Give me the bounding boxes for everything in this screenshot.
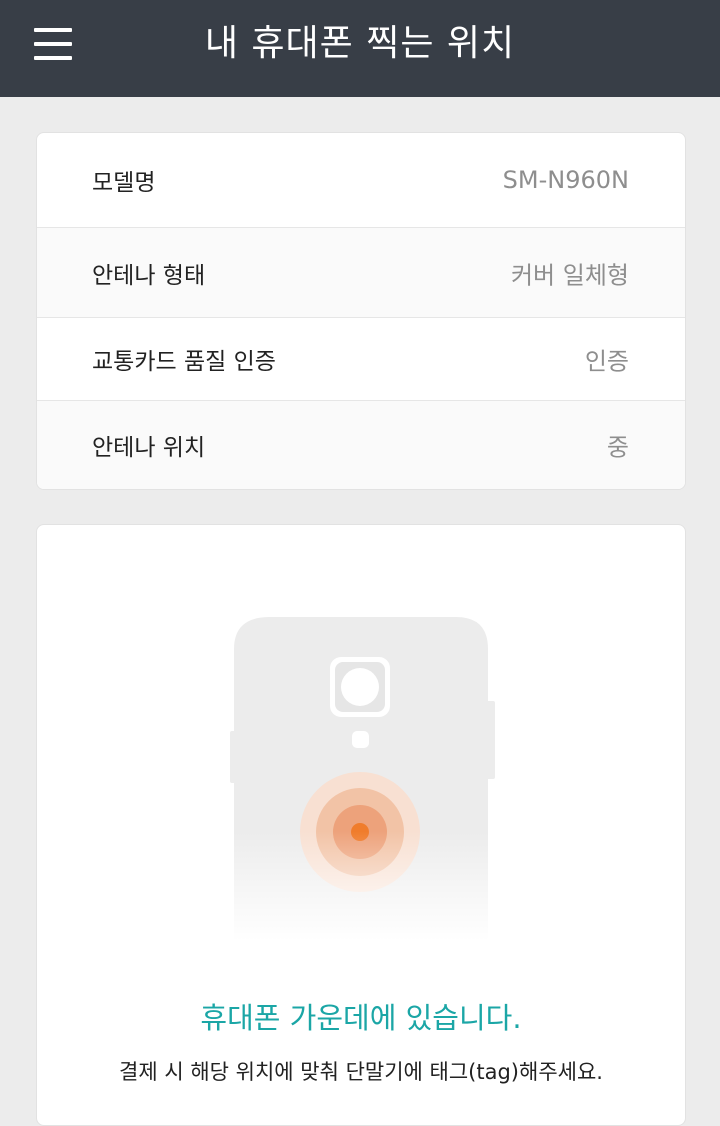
phone-back-nfc-icon (223, 601, 503, 941)
certification-label: 교통카드 품질 인증 (92, 349, 276, 375)
antenna-position-value: 중 (606, 433, 629, 462)
app-header: 내 휴대폰 찍는 위치 (0, 0, 720, 97)
info-row-certification: 교통카드 품질 인증 인증 (37, 318, 685, 401)
certification-value: 인증 (584, 347, 629, 376)
page-title: 내 휴대폰 찍는 위치 (204, 23, 516, 64)
model-value: SM-N960N (502, 166, 629, 194)
info-row-antenna-position: 안테나 위치 중 (37, 401, 685, 489)
tag-guide-text: 결제 시 해당 위치에 맞춰 단말기에 태그(tag)해주세요. (119, 1060, 603, 1084)
antenna-position-label: 안테나 위치 (92, 435, 206, 461)
info-row-antenna-type: 안테나 형태 커버 일체형 (37, 228, 685, 318)
info-row-model: 모델명 SM-N960N (37, 133, 685, 228)
antenna-location-card: 휴대폰 가운데에 있습니다. 결제 시 해당 위치에 맞춰 단말기에 태그(ta… (36, 524, 686, 1126)
model-label: 모델명 (92, 170, 156, 196)
antenna-type-value: 커버 일체형 (510, 261, 629, 289)
antenna-status-text: 휴대폰 가운데에 있습니다. (200, 1001, 522, 1035)
phone-info-card: 모델명 SM-N960N 안테나 형태 커버 일체형 교통카드 품질 인증 인증… (36, 132, 686, 490)
antenna-type-label: 안테나 형태 (92, 262, 206, 289)
